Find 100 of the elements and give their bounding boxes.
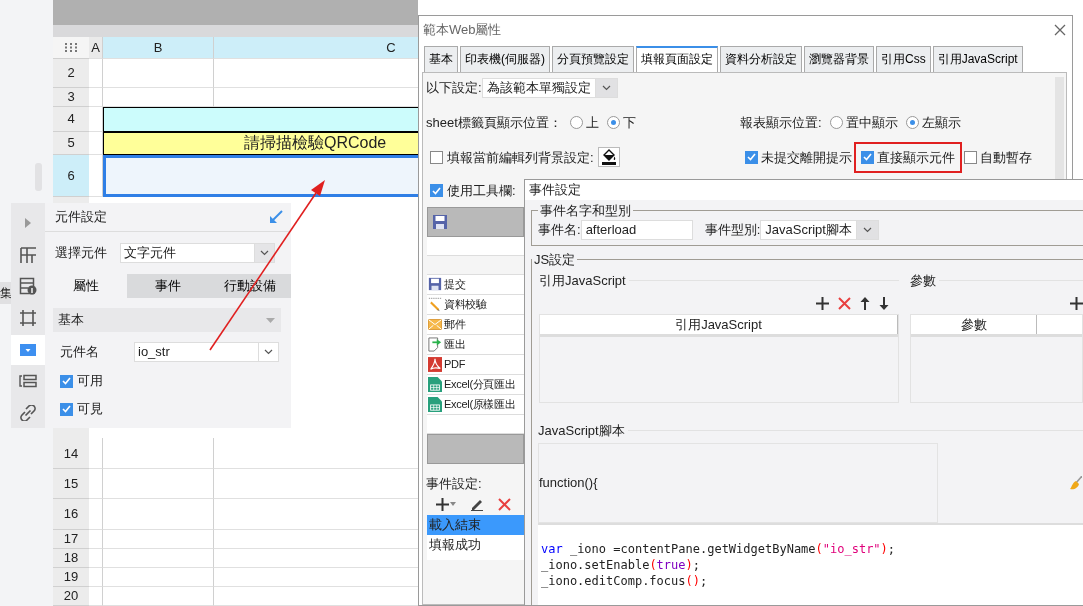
field-label: 以下設定: [426, 79, 482, 98]
tab[interactable]: 瀏覽器背景 [804, 46, 874, 72]
section-title: JavaScript腳本 [538, 422, 625, 440]
table-cell [89, 549, 103, 568]
component-select[interactable]: 文字元件 [120, 243, 275, 263]
add-icon[interactable] [1070, 296, 1083, 310]
checkbox[interactable] [861, 150, 874, 164]
toolbar-item[interactable]: 資料校驗 [427, 294, 524, 315]
frame-icon [19, 309, 37, 327]
pencil-icon[interactable] [470, 497, 484, 511]
radio-button[interactable] [829, 116, 843, 130]
down-arrow-icon[interactable] [879, 296, 889, 310]
dropdown-icon [20, 343, 36, 356]
tab[interactable]: 事件 [127, 274, 209, 298]
toolbar-item[interactable]: 郵件 [427, 314, 524, 335]
checkbox[interactable] [964, 150, 977, 164]
section-title: 引用JavaScript [539, 271, 626, 290]
radio-label: 下 [622, 114, 636, 132]
add-icon[interactable] [436, 497, 449, 511]
checkbox[interactable] [430, 150, 443, 164]
tab[interactable]: 資料分析設定 [720, 46, 802, 72]
pencil-icon [428, 296, 442, 312]
tab[interactable]: 基本 [424, 46, 458, 72]
color-button[interactable] [597, 147, 620, 168]
chevron-icon [862, 226, 872, 233]
table-cell [89, 87, 103, 107]
field-label: 事件型別: [704, 220, 761, 239]
panel-title: 元件設定 [55, 208, 107, 227]
add-icon[interactable] [816, 296, 829, 310]
field-label: 事件名: [538, 220, 581, 239]
toolbar-item[interactable]: Excel(原樣匯出 [427, 394, 524, 415]
row-number[interactable]: 15 [53, 469, 89, 500]
checkbox[interactable] [430, 184, 443, 198]
caret-icon [450, 502, 456, 506]
type-select[interactable]: JavaScript腳本 [760, 219, 879, 240]
form-icon [19, 374, 37, 389]
tab[interactable]: 引用Css [876, 46, 931, 72]
arrow-icon[interactable] [269, 210, 283, 224]
tab[interactable]: 印表機(伺服器) [460, 46, 550, 72]
checkbox[interactable] [745, 150, 758, 164]
field-label: 選擇元件 [55, 244, 108, 263]
section-header[interactable]: 基本 [53, 308, 281, 332]
checkbox-label: 使用工具欄: [447, 182, 516, 200]
delete-icon[interactable] [838, 296, 851, 310]
event-item[interactable]: 填報成功 [427, 535, 528, 555]
column-header[interactable]: C [214, 36, 418, 59]
chevron-icon [601, 85, 611, 91]
column-header[interactable]: A [89, 36, 103, 59]
table-cell [89, 530, 103, 549]
row-number[interactable]: 16 [53, 499, 89, 530]
up-arrow-icon[interactable] [860, 296, 870, 310]
checkbox-label: 自動暫存 [980, 148, 1032, 167]
spreadsheet-icon [428, 395, 442, 413]
table-cell [89, 438, 103, 470]
row-number[interactable]: 6 [53, 154, 89, 198]
field-label: 元件名 [60, 343, 100, 362]
column-header[interactable]: 參數 [911, 314, 1037, 335]
tab[interactable]: 填報頁面設定 [636, 46, 718, 72]
save-icon [432, 213, 448, 230]
checkbox[interactable] [60, 402, 73, 416]
radio-button[interactable] [905, 116, 919, 130]
radio-button[interactable] [569, 116, 583, 130]
rail-button[interactable] [11, 334, 45, 365]
radio-button[interactable] [606, 116, 620, 130]
grid-icon[interactable] [64, 42, 78, 52]
window-title: 事件設定 [525, 180, 1083, 200]
brush-icon[interactable] [1070, 475, 1082, 490]
row-number[interactable]: 5 [53, 131, 89, 155]
radio-label: 上 [585, 114, 599, 132]
table-cell [89, 568, 103, 587]
column-header[interactable]: B [103, 36, 214, 59]
field-label: 報表顯示位置: [740, 114, 822, 132]
toolbar-item[interactable]: Excel(分頁匯出 [427, 374, 524, 395]
input-cell[interactable] [103, 154, 418, 198]
toolbar-item[interactable]: 提交 [427, 274, 524, 295]
tab[interactable]: 引用JavaScript [932, 46, 1023, 72]
row-number[interactable]: 14 [53, 438, 89, 470]
checkbox[interactable] [60, 374, 73, 388]
layout-icon [19, 245, 37, 264]
table-cell [89, 58, 103, 88]
close-button[interactable] [1054, 23, 1066, 36]
name-select[interactable]: io_str [134, 342, 279, 362]
section-title: 參數 [910, 271, 936, 290]
field-label: sheet標籤頁顯示位置： [426, 114, 562, 132]
column-header[interactable]: 引用JavaScript [540, 314, 898, 335]
code-editor[interactable]: var _iono =contentPane.getWidgetByName("io_str"); _iono.setEnable(true); _iono.editComp.focus(); [538, 522, 1083, 605]
checkbox-label: 可見 [77, 400, 103, 419]
scope-select[interactable]: 為該範本單獨設定 [481, 78, 618, 98]
row-number[interactable]: 2 [53, 58, 89, 88]
spreadsheet-icon [428, 375, 442, 393]
code-line: _iono.editComp.focus(); [541, 572, 709, 589]
delete-icon[interactable] [498, 497, 511, 511]
tab[interactable]: 分頁預覽設定 [552, 46, 634, 72]
section-title: 基本 [58, 311, 84, 330]
row-number[interactable]: 4 [53, 106, 89, 132]
info-table-icon [19, 277, 37, 296]
toolbar-item[interactable]: 匯出 [427, 334, 524, 355]
toolbar-item[interactable]: PDF [427, 354, 524, 375]
code-line: _iono.setEnable(true); [541, 556, 701, 573]
name-field[interactable]: afterload [580, 219, 693, 240]
